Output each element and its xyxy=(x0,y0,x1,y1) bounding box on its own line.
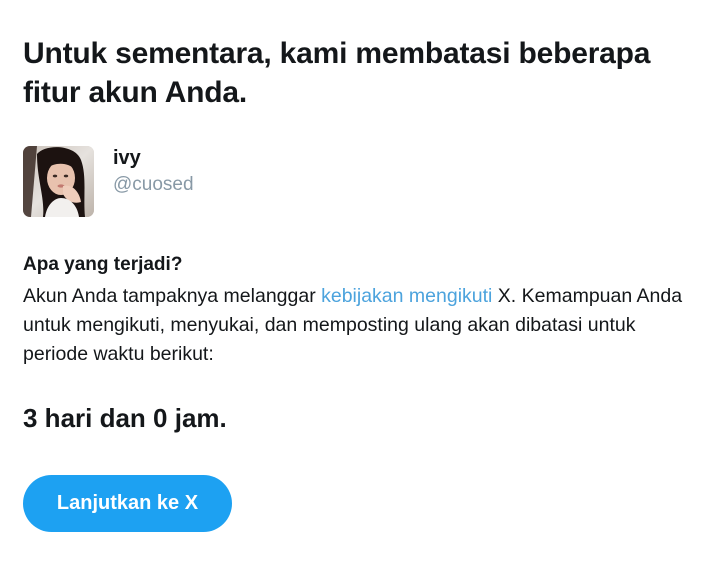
follow-policy-link[interactable]: kebijakan mengikuti xyxy=(321,285,492,307)
section-heading: Apa yang terjadi? xyxy=(23,254,183,275)
continue-to-x-button[interactable]: Lanjutkan ke X xyxy=(23,475,232,532)
explanation-text-start: Akun Anda tampaknya melanggar xyxy=(23,285,322,307)
avatar-image xyxy=(23,146,94,217)
avatar xyxy=(23,146,94,217)
page-title: Untuk sementara, kami membatasi beberapa… xyxy=(23,37,651,109)
profile-handle: @cuosed xyxy=(113,174,194,195)
restriction-duration: 3 hari dan 0 jam. xyxy=(23,403,227,433)
explanation-text: Akun Anda tampaknya melanggar kebijakan … xyxy=(23,282,703,369)
profile-name: ivy xyxy=(113,147,141,169)
